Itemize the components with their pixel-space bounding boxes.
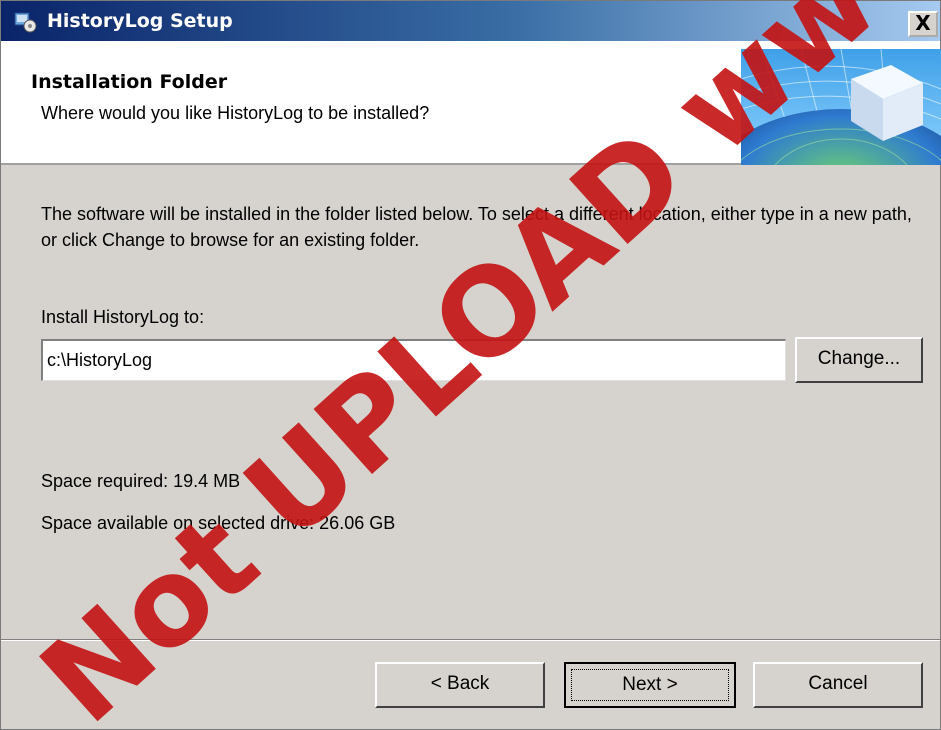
space-required-text: Space required: 19.4 MB xyxy=(41,471,241,491)
install-path-label: Install HistoryLog to: xyxy=(41,307,205,327)
setup-app-icon xyxy=(14,12,37,33)
next-button[interactable]: Next > xyxy=(564,662,736,708)
instructions-text: The software will be installed in the fo… xyxy=(41,204,912,250)
next-button-label: Next > xyxy=(571,669,729,701)
cancel-button[interactable]: Cancel xyxy=(753,662,923,708)
window-title: HistoryLog Setup xyxy=(47,10,233,32)
space-available-text: Space available on selected drive: 26.06… xyxy=(41,513,396,533)
title-bar[interactable]: HistoryLog Setup X xyxy=(1,1,940,41)
close-button[interactable]: X xyxy=(908,11,938,37)
page-title: Installation Folder xyxy=(31,71,228,93)
footer-divider xyxy=(1,639,940,641)
page-subtitle: Where would you like HistoryLog to be in… xyxy=(41,103,430,123)
change-button[interactable]: Change... xyxy=(795,337,923,383)
close-icon: X xyxy=(915,11,931,35)
globe-cube-banner-image xyxy=(741,49,941,165)
install-path-input[interactable] xyxy=(41,339,786,381)
header-panel: Installation Folder Where would you like… xyxy=(1,41,941,165)
setup-window: HistoryLog Setup X Installation Folder W… xyxy=(0,0,941,730)
back-button[interactable]: < Back xyxy=(375,662,545,708)
